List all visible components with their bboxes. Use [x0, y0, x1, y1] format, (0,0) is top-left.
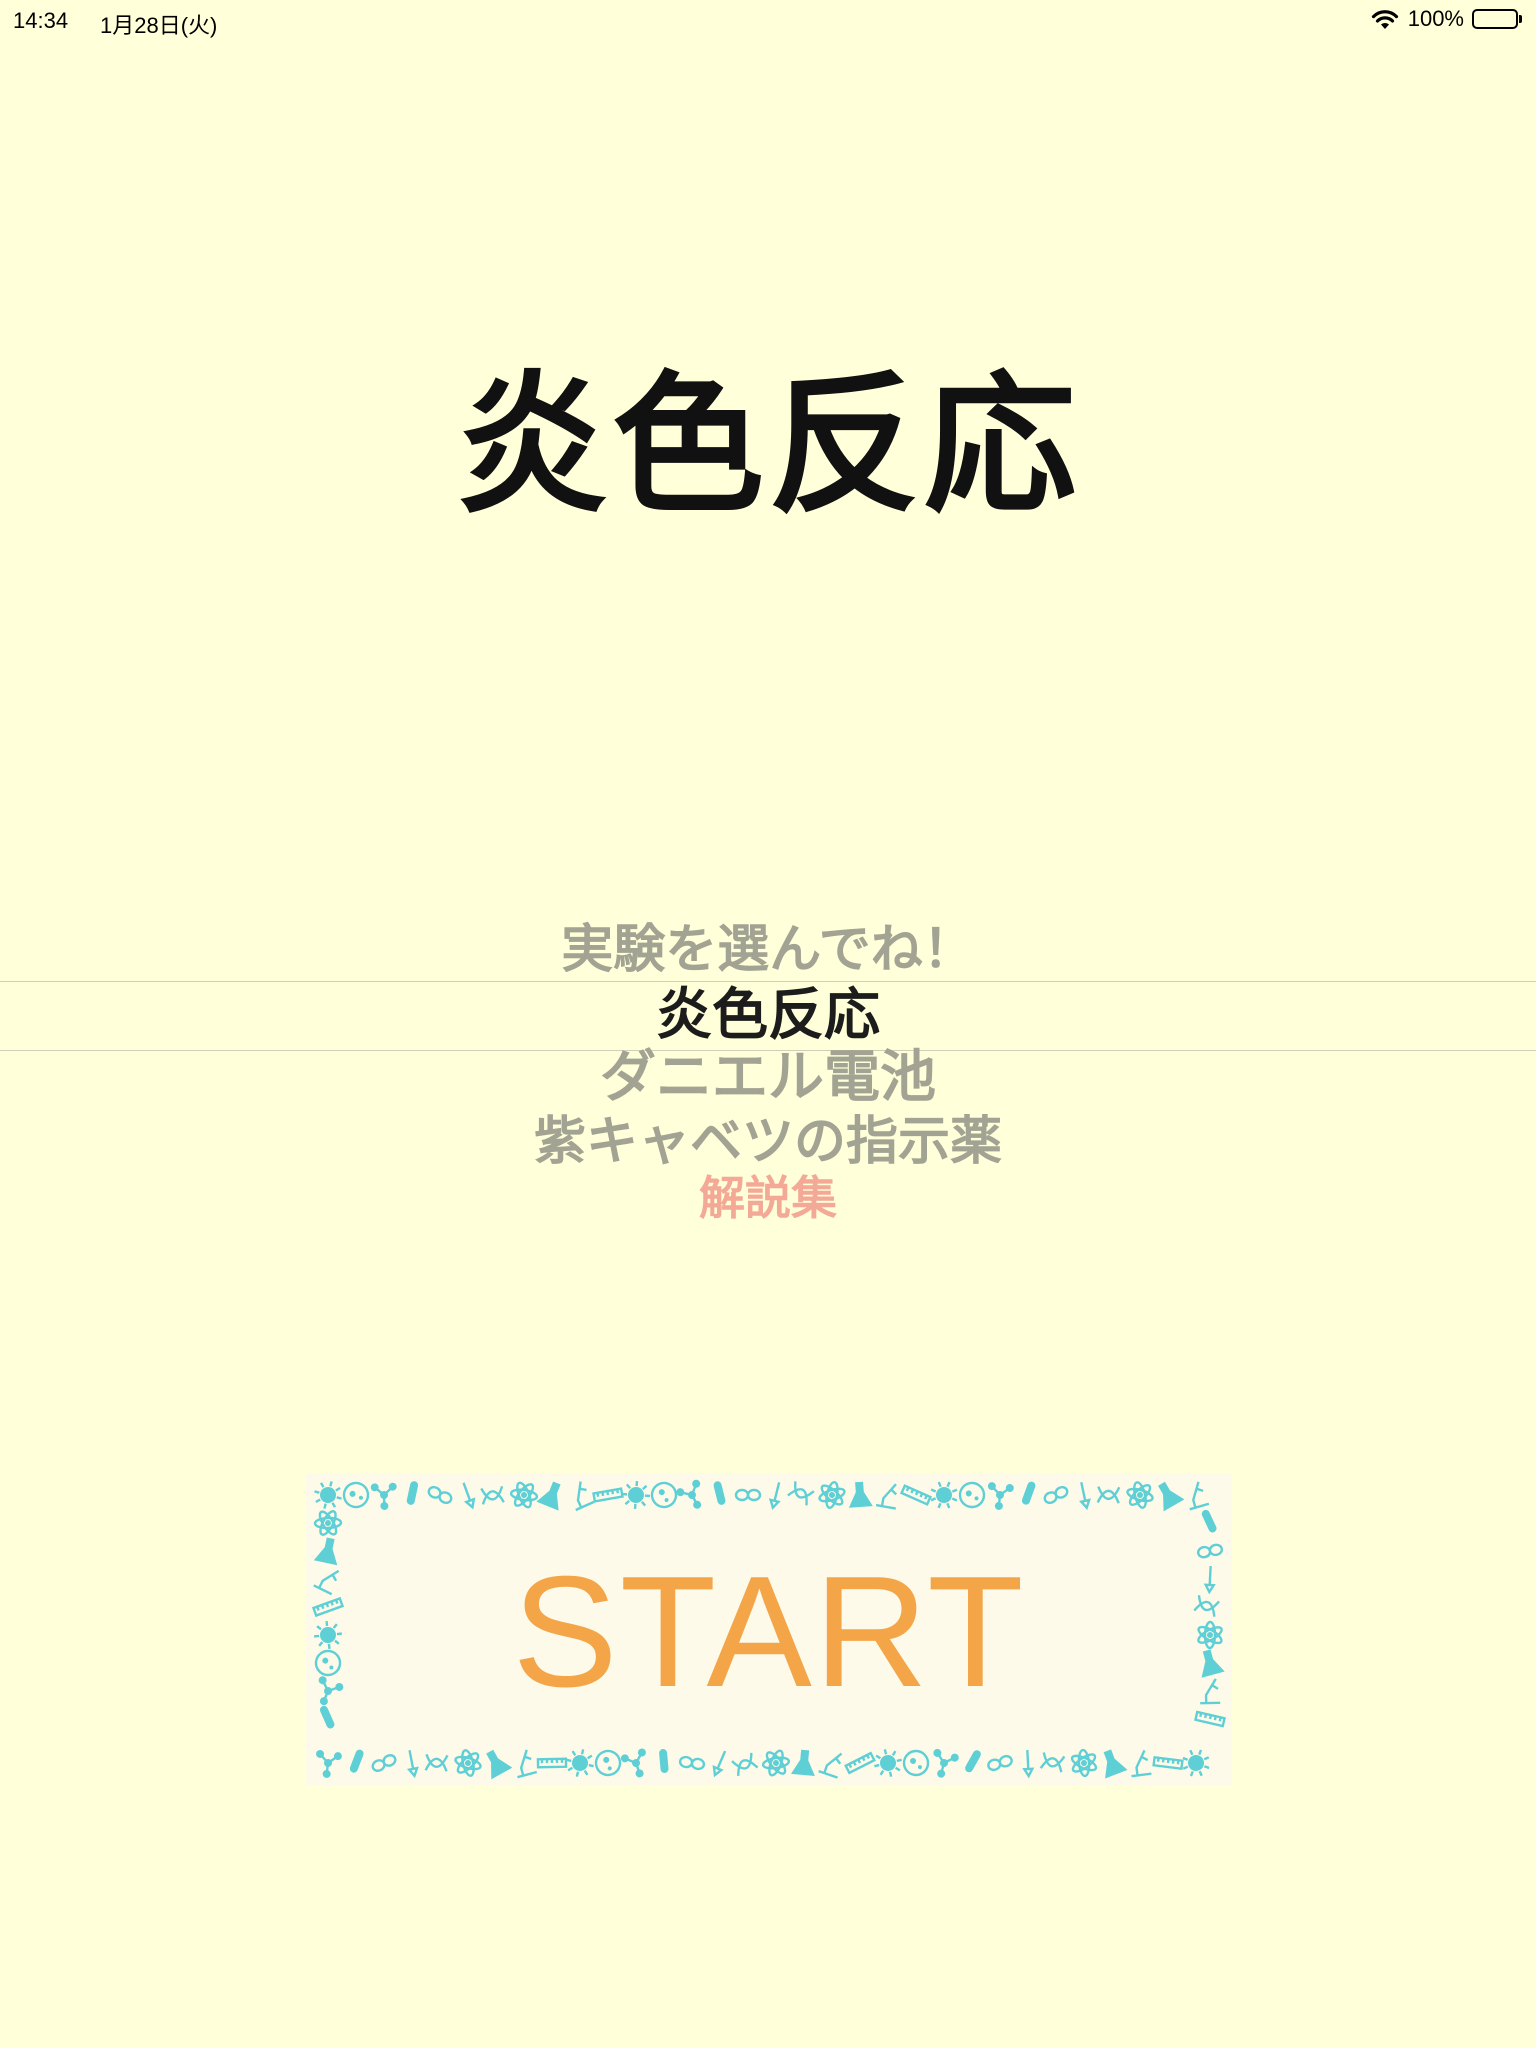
picker-item-flame-reaction[interactable]: 炎色反応 [0, 982, 1536, 1050]
status-bar: 14:34 1月28日(火) 100% [0, 0, 1536, 40]
status-date: 1月28日(火) [100, 13, 218, 38]
start-button[interactable]: START [306, 1473, 1232, 1785]
experiment-picker[interactable]: 実験を選んでね！ 炎色反応 ダニエル電池 紫キャベツの指示薬 解説集 [0, 905, 1536, 1225]
status-time: 14:34 [13, 8, 69, 33]
start-button-label: START [512, 1543, 1026, 1720]
status-indicators: 100% [1370, 6, 1522, 32]
battery-percent: 100% [1407, 6, 1464, 31]
battery-icon [1472, 9, 1522, 29]
picker-item-explanations[interactable]: 解説集 [0, 1167, 1536, 1229]
picker-item-prompt[interactable]: 実験を選んでね！ [0, 915, 1536, 985]
wifi-icon [1370, 8, 1400, 30]
page-title: 炎色反応 [456, 355, 1080, 534]
picker-item-daniell-cell[interactable]: ダニエル電池 [0, 1043, 1536, 1113]
